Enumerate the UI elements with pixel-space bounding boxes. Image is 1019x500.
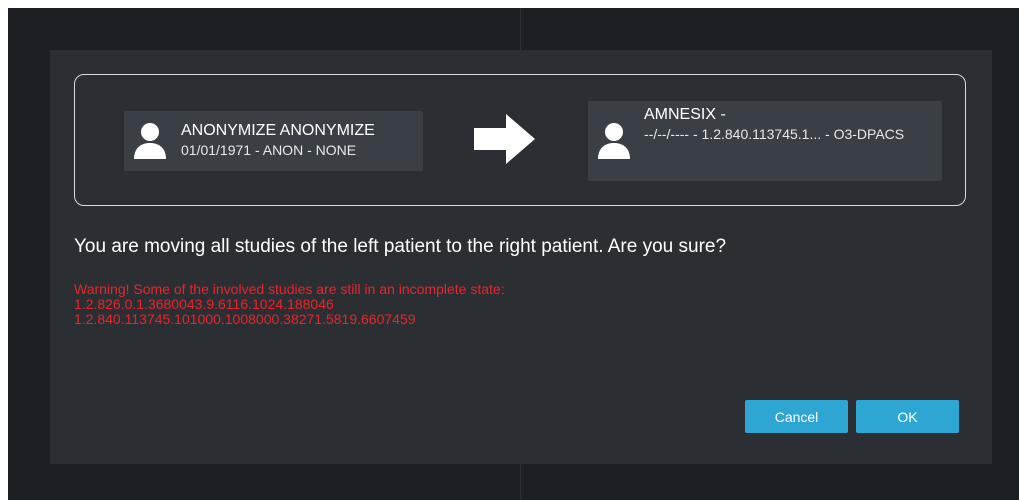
user-avatar-icon bbox=[134, 123, 166, 159]
cancel-button[interactable]: Cancel bbox=[745, 400, 848, 433]
ok-button[interactable]: OK bbox=[856, 400, 959, 433]
target-patient-details: --/--/---- - 1.2.840.113745.1... - O3-DP… bbox=[644, 126, 905, 142]
warning-study-uid: 1.2.840.113745.101000.1008000.38271.5819… bbox=[74, 311, 416, 327]
target-patient-card: AMNESIX - --/--/---- - 1.2.840.113745.1.… bbox=[588, 101, 942, 181]
right-arrow-icon bbox=[474, 114, 535, 164]
source-patient-name: ANONYMIZE ANONYMIZE bbox=[181, 122, 375, 139]
source-patient-card: ANONYMIZE ANONYMIZE 01/01/1971 - ANON - … bbox=[124, 111, 423, 171]
patients-panel: ANONYMIZE ANONYMIZE 01/01/1971 - ANON - … bbox=[74, 74, 966, 206]
modal-backdrop: ANONYMIZE ANONYMIZE 01/01/1971 - ANON - … bbox=[8, 8, 1019, 500]
warning-message: Warning! Some of the involved studies ar… bbox=[74, 282, 505, 327]
warning-heading: Warning! Some of the involved studies ar… bbox=[74, 281, 505, 297]
move-studies-dialog: ANONYMIZE ANONYMIZE 01/01/1971 - ANON - … bbox=[50, 50, 992, 464]
user-avatar-icon bbox=[598, 123, 630, 159]
target-patient-name: AMNESIX - bbox=[644, 106, 726, 123]
source-patient-details: 01/01/1971 - ANON - NONE bbox=[181, 142, 357, 158]
warning-study-uid: 1.2.826.0.1.3680043.9.6116.1024.188046 bbox=[74, 296, 334, 312]
confirmation-question: You are moving all studies of the left p… bbox=[74, 236, 727, 257]
